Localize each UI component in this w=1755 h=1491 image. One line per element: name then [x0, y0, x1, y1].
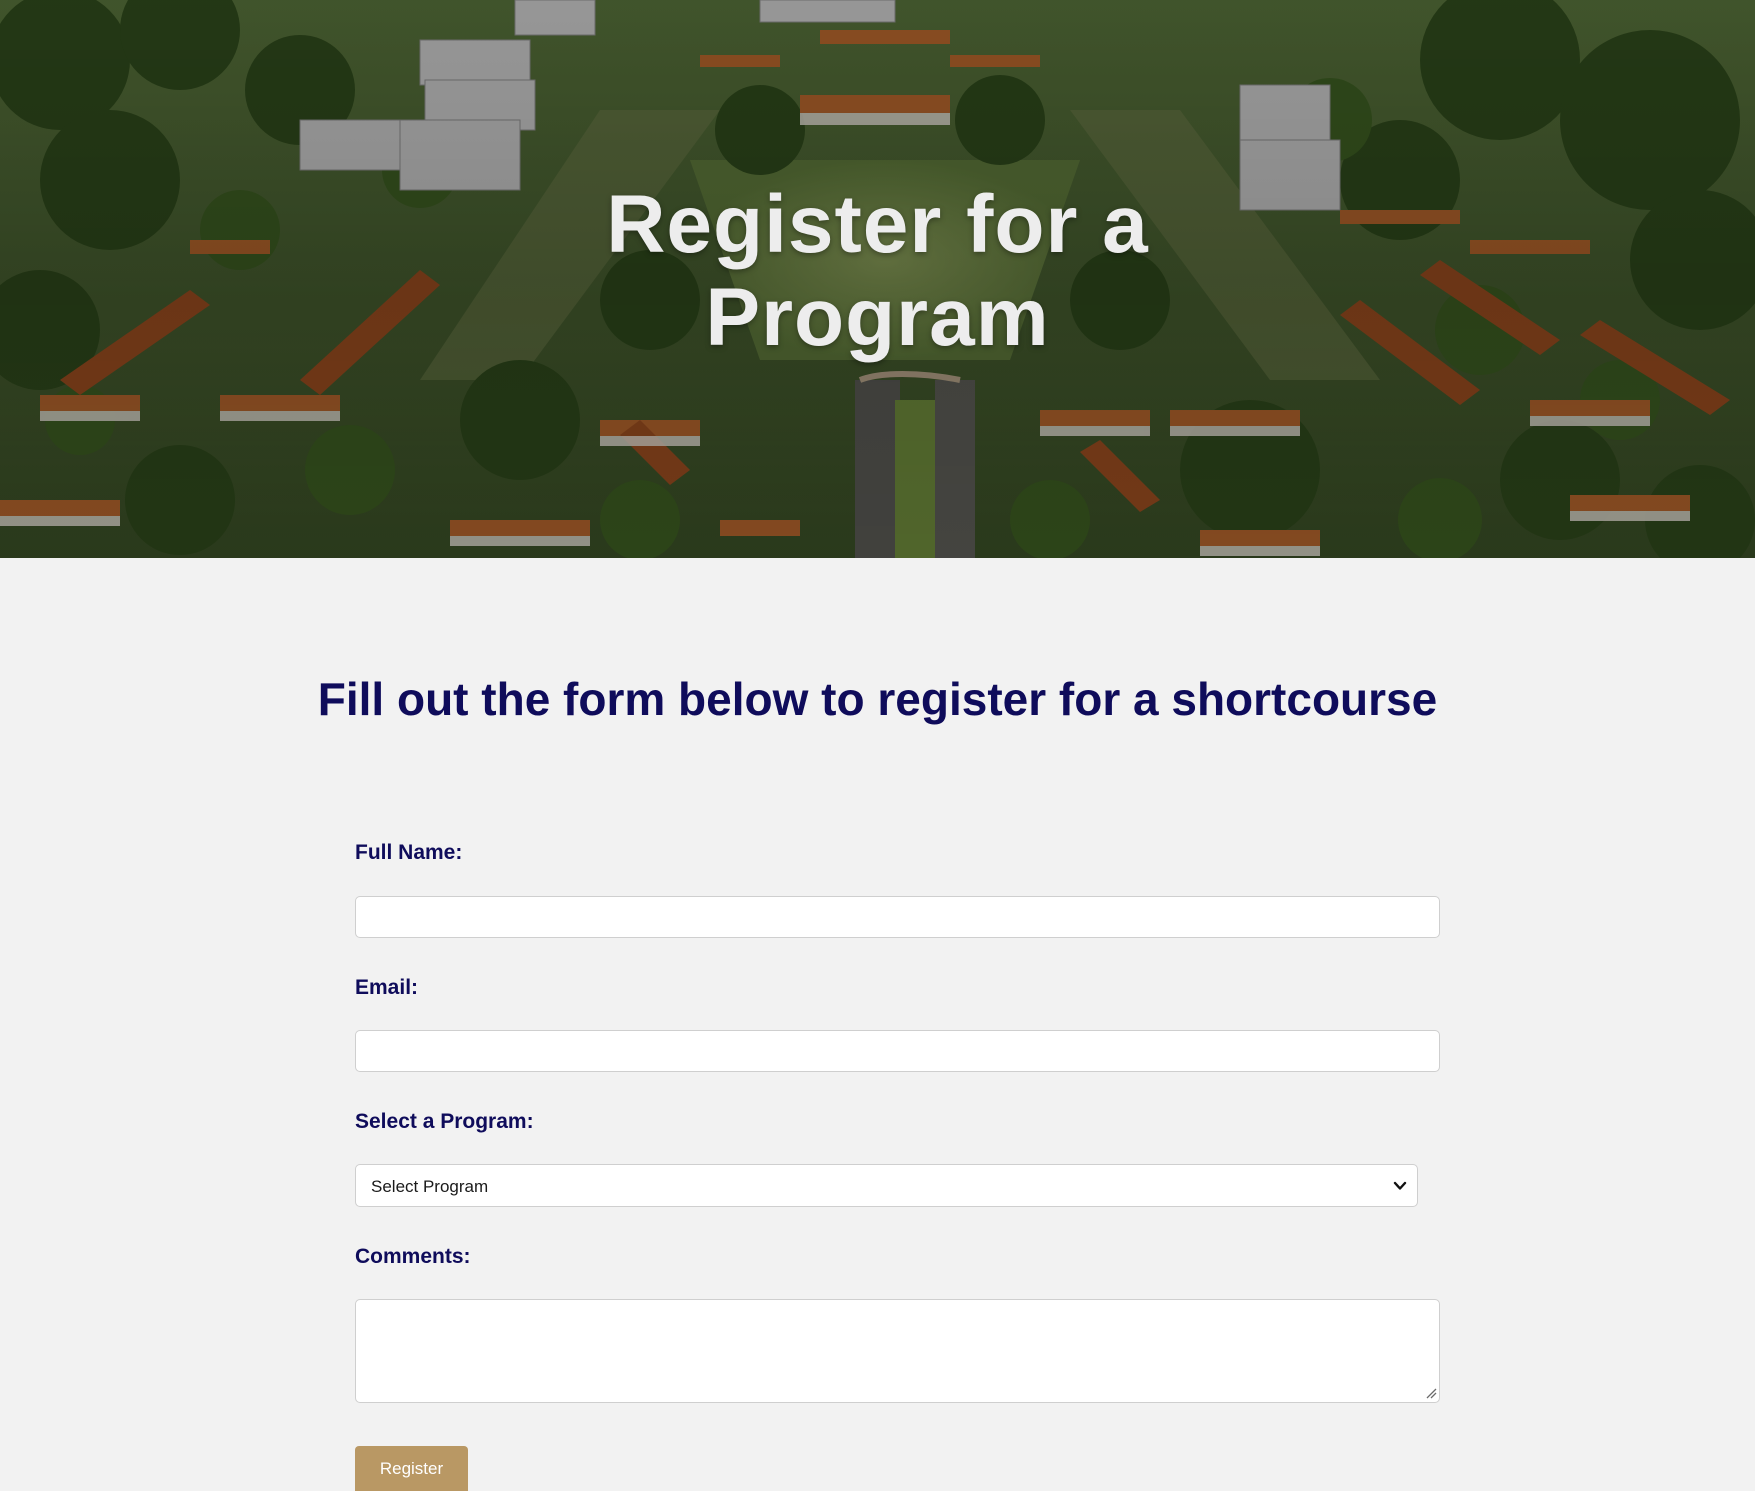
- email-input[interactable]: [355, 1030, 1440, 1072]
- full-name-input[interactable]: [355, 896, 1440, 938]
- form-intro-heading: Fill out the form below to register for …: [317, 673, 1438, 725]
- chevron-down-icon: [1393, 1181, 1407, 1190]
- full-name-label: Full Name:: [355, 841, 463, 864]
- register-button[interactable]: Register: [355, 1446, 468, 1491]
- program-select[interactable]: Select Program: [355, 1164, 1418, 1207]
- hero-title-line-2: Program: [705, 272, 1050, 363]
- hero-banner: Register for a Program: [0, 0, 1755, 558]
- program-label: Select a Program:: [355, 1110, 534, 1133]
- comments-textarea[interactable]: [355, 1299, 1440, 1403]
- hero-title: Register for a Program: [0, 178, 1755, 364]
- email-label: Email:: [355, 976, 419, 999]
- hero-title-line-1: Register for a: [606, 179, 1149, 270]
- program-select-value: Select Program: [371, 1177, 489, 1196]
- comments-label: Comments:: [355, 1245, 471, 1268]
